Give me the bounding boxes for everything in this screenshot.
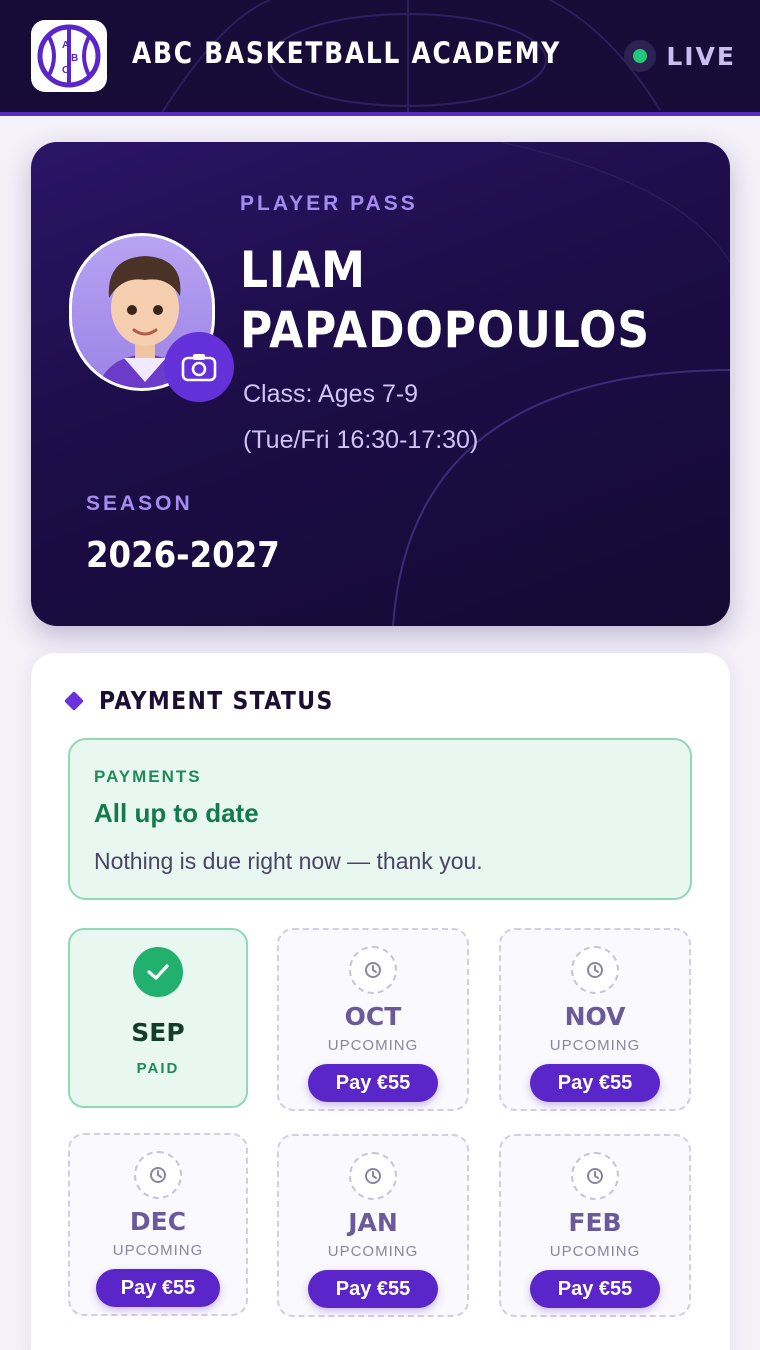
class-schedule: (Tue/Fri 16:30-17:30): [243, 426, 479, 454]
pay-button-nov[interactable]: Pay €55: [530, 1064, 660, 1102]
clock-icon: [349, 946, 397, 994]
player-pass-card: PLAYER PASS LIAM PAPADOPOULOS Class: Age…: [31, 142, 730, 626]
month-tile-feb: FEB UPCOMING Pay €55: [499, 1134, 691, 1317]
summary-text: Nothing is due right now — thank you.: [94, 848, 483, 874]
class-label: Class: Ages 7-9: [243, 380, 419, 408]
live-indicator: LIVE: [624, 40, 736, 72]
player-first-name: LIAM: [240, 241, 366, 299]
month-status: UPCOMING: [327, 1037, 419, 1054]
month-name: JAN: [348, 1208, 398, 1237]
clock-icon: [571, 1152, 619, 1200]
clock-icon: [134, 1151, 182, 1199]
clock-icon: [571, 946, 619, 994]
month-tile-nov: NOV UPCOMING Pay €55: [499, 928, 691, 1111]
payments-summary: PAYMENTS All up to date Nothing is due r…: [68, 738, 692, 900]
diamond-icon: [64, 690, 84, 711]
pay-button-feb[interactable]: Pay €55: [530, 1270, 660, 1308]
pass-label: PLAYER PASS: [240, 192, 418, 215]
month-name: OCT: [344, 1002, 402, 1031]
month-name: NOV: [564, 1002, 626, 1031]
player-last-name: PAPADOPOULOS: [240, 301, 650, 359]
summary-title: All up to date: [94, 798, 259, 828]
check-icon: [133, 947, 183, 997]
section-title: PAYMENT STATUS: [99, 686, 334, 715]
month-tile-jan: JAN UPCOMING Pay €55: [277, 1134, 469, 1317]
pay-button-oct[interactable]: Pay €55: [308, 1064, 438, 1102]
month-name: DEC: [129, 1207, 187, 1236]
app-header: A B C ABC BASKETBALL ACADEMY LIVE: [0, 0, 760, 116]
season-value: 2026-2027: [86, 535, 280, 576]
summary-label: PAYMENTS: [94, 767, 202, 786]
month-status: UPCOMING: [549, 1243, 641, 1260]
player-name: LIAM PAPADOPOULOS: [240, 240, 650, 360]
pay-button-dec[interactable]: Pay €55: [96, 1269, 220, 1307]
month-tile-dec: DEC UPCOMING Pay €55: [68, 1133, 248, 1316]
season-label: SEASON: [86, 492, 193, 515]
app-title: ABC BASKETBALL ACADEMY: [132, 36, 562, 70]
month-status: UPCOMING: [549, 1037, 641, 1054]
month-name: FEB: [568, 1208, 622, 1237]
month-name: SEP: [131, 1018, 185, 1047]
payment-status-card: PAYMENT STATUS PAYMENTS All up to date N…: [31, 653, 730, 1350]
section-header: PAYMENT STATUS: [64, 686, 366, 715]
svg-text:A: A: [62, 40, 69, 51]
live-label: LIVE: [666, 41, 736, 71]
month-tile-oct: OCT UPCOMING Pay €55: [277, 928, 469, 1111]
change-photo-button[interactable]: [164, 332, 234, 402]
pay-button-jan[interactable]: Pay €55: [308, 1270, 438, 1308]
basketball-icon: A B C: [37, 24, 101, 88]
month-status: UPCOMING: [327, 1243, 419, 1260]
svg-text:B: B: [71, 53, 78, 64]
academy-logo: A B C: [31, 20, 107, 92]
live-dot-icon: [624, 40, 657, 72]
svg-text:C: C: [62, 65, 69, 76]
clock-icon: [349, 1152, 397, 1200]
camera-icon: [181, 354, 217, 382]
month-tile-sep: SEP PAID: [68, 928, 248, 1108]
month-status: PAID: [136, 1060, 180, 1077]
month-status: UPCOMING: [112, 1242, 204, 1259]
